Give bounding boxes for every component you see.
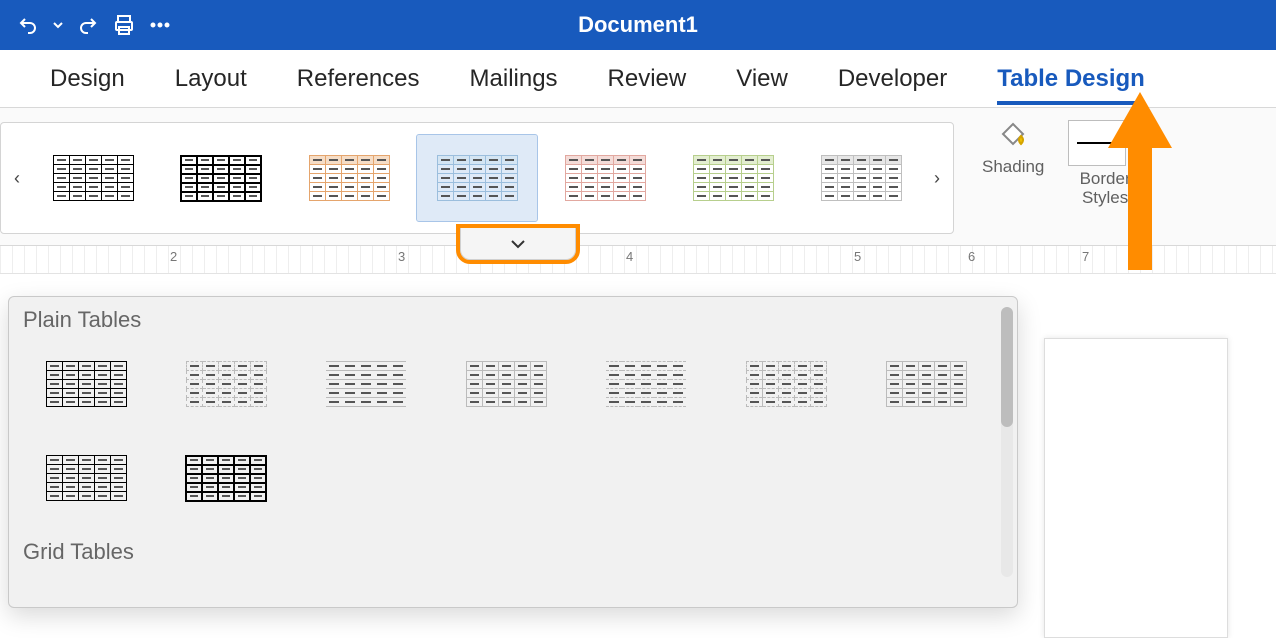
table-style-thumb[interactable] — [673, 135, 793, 221]
table-style-thumb[interactable] — [867, 345, 985, 423]
tab-view[interactable]: View — [736, 65, 788, 93]
tab-mailings[interactable]: Mailings — [470, 65, 558, 93]
table-style-thumb[interactable] — [27, 345, 145, 423]
table-styles-gallery: ‹ › — [0, 122, 954, 234]
undo-button[interactable] — [14, 11, 42, 39]
tab-table-design[interactable]: Table Design — [997, 65, 1145, 93]
gallery-scroll-right-button[interactable]: › — [925, 123, 949, 233]
shading-icon — [996, 120, 1030, 154]
table-style-thumb[interactable] — [801, 135, 921, 221]
document-title: Document1 — [578, 12, 698, 38]
border-styles-label: Border Styles — [1080, 170, 1131, 207]
table-style-thumb[interactable] — [417, 135, 537, 221]
dropdown-section-header: Grid Tables — [9, 529, 1017, 573]
dropdown-section-header: Plain Tables — [9, 297, 1017, 341]
ruler-mark: 6 — [968, 249, 975, 264]
shading-group[interactable]: Shading — [970, 108, 1056, 245]
quick-access-toolbar — [14, 11, 174, 39]
tab-references[interactable]: References — [297, 65, 420, 93]
table-style-thumb[interactable] — [545, 135, 665, 221]
gallery-scroll-left-button[interactable]: ‹ — [5, 123, 29, 233]
ruler-mark: 5 — [854, 249, 861, 264]
ruler-mark: 4 — [626, 249, 633, 264]
table-style-thumb[interactable] — [307, 345, 425, 423]
redo-button[interactable] — [74, 11, 102, 39]
table-style-thumb[interactable] — [289, 135, 409, 221]
ruler-mark: 2 — [170, 249, 177, 264]
border-styles-group[interactable]: ⌄ Border Styles — [1056, 108, 1153, 245]
table-style-thumb[interactable] — [727, 345, 845, 423]
table-style-thumb[interactable] — [33, 135, 153, 221]
tab-developer[interactable]: Developer — [838, 65, 947, 93]
tab-design[interactable]: Design — [50, 65, 125, 93]
table-style-thumb[interactable] — [161, 135, 281, 221]
border-styles-swatch — [1068, 120, 1126, 166]
table-style-thumb[interactable] — [447, 345, 565, 423]
tab-layout[interactable]: Layout — [175, 65, 247, 93]
table-style-thumb[interactable] — [587, 345, 705, 423]
shading-label: Shading — [982, 158, 1044, 177]
gallery-expand-button[interactable] — [460, 228, 576, 260]
table-style-thumb[interactable] — [27, 439, 145, 517]
print-button[interactable] — [110, 11, 138, 39]
table-styles-dropdown: Plain Tables Grid Tables — [8, 296, 1018, 608]
tab-review[interactable]: Review — [608, 65, 687, 93]
dropdown-scrollbar[interactable] — [1001, 307, 1013, 577]
border-styles-dropdown-icon[interactable]: ⌄ — [1128, 133, 1141, 153]
ribbon-content: ‹ › Shading ⌄ Border Styles — [0, 108, 1276, 246]
undo-dropdown-icon[interactable] — [50, 11, 66, 39]
document-page — [1044, 338, 1228, 638]
table-style-thumb[interactable] — [167, 439, 285, 517]
table-style-thumb[interactable] — [167, 345, 285, 423]
ruler-mark: 7 — [1082, 249, 1089, 264]
horizontal-ruler: 2 3 4 5 6 7 — [0, 246, 1276, 274]
ruler-mark: 3 — [398, 249, 405, 264]
more-qat-icon[interactable] — [146, 11, 174, 39]
titlebar: Document1 — [0, 0, 1276, 50]
ribbon-tabs: Design Layout References Mailings Review… — [0, 50, 1276, 108]
